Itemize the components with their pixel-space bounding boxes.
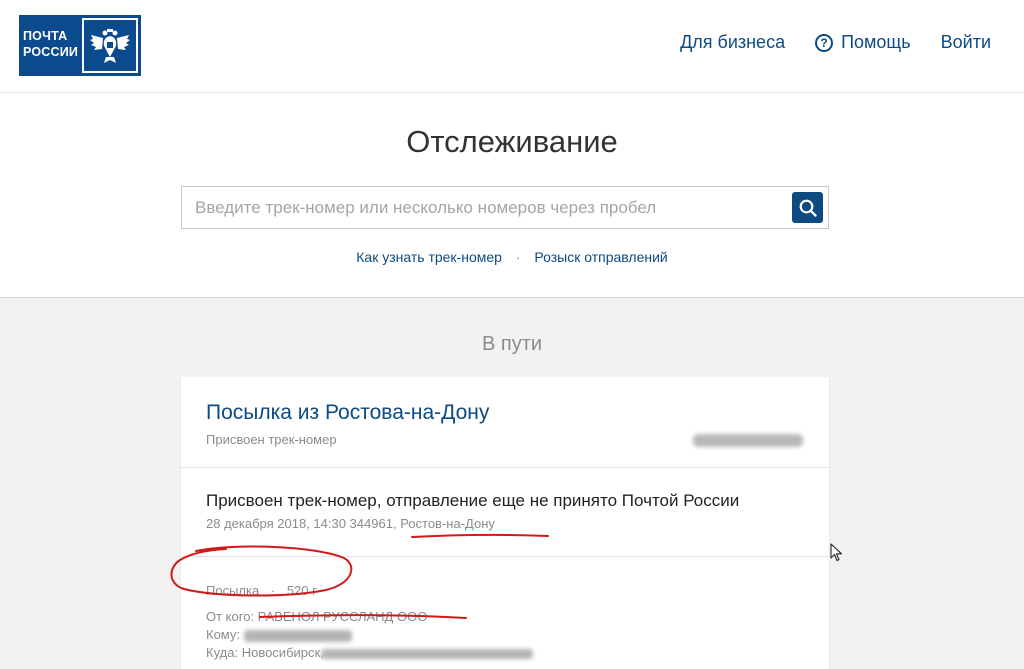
question-circle-icon: ?	[815, 33, 834, 52]
sender-value: РАВЕНОЛ РУССЛАНД ООО	[257, 609, 428, 624]
nav-business-link[interactable]: Для бизнеса	[680, 32, 785, 53]
track-search-box	[181, 186, 829, 229]
top-nav: Для бизнеса ? Помощь Войти	[680, 32, 991, 53]
shipment-type-weight: Посылка · 520 г	[206, 583, 317, 598]
page: ПОЧТА РОССИИ Для бизнеса ? Помощь Войти …	[0, 0, 1024, 669]
shipment-weight: 520 г	[286, 583, 317, 598]
pochta-logo[interactable]: ПОЧТА РОССИИ	[19, 15, 141, 76]
logo-line-1: ПОЧТА	[23, 29, 68, 43]
tracking-event: Присвоен трек-номер, отправление еще не …	[181, 468, 829, 557]
status-heading: В пути	[481, 333, 543, 355]
event-city: Ростов-на-Дону	[400, 516, 495, 531]
shipment-type: Посылка	[206, 583, 260, 598]
nav-help-link[interactable]: ? Помощь	[815, 32, 911, 53]
shipment-card: Посылка из Ростова-на-Дону Присвоен трек…	[181, 377, 829, 669]
sender-label: От кого:	[206, 609, 255, 624]
mouse-cursor-icon	[830, 543, 843, 562]
search-button[interactable]	[792, 192, 823, 223]
recipient-line: Кому:	[206, 627, 352, 642]
parcel-title[interactable]: Посылка из Ростова-на-Дону	[206, 401, 489, 425]
event-meta: 28 декабря 2018, 14:30 344961, Ростов-на…	[206, 516, 495, 531]
eagle-emblem-icon	[82, 18, 138, 73]
card-header: Посылка из Ростова-на-Дону Присвоен трек…	[181, 377, 829, 468]
results-section: В пути Посылка из Ростова-на-Дону Присво…	[0, 298, 1024, 669]
tracking-section: Отслеживание Как узнать трек-номер · Роз…	[0, 93, 1024, 298]
logo-text: ПОЧТА РОССИИ	[19, 15, 79, 76]
helper-links: Как узнать трек-номер · Розыск отправлен…	[0, 249, 1024, 265]
destination-label: Куда:	[206, 645, 239, 660]
event-title: Присвоен трек-номер, отправление еще не …	[206, 491, 740, 510]
redacted-destination	[321, 648, 534, 659]
event-datetime-index: 28 декабря 2018, 14:30 344961,	[206, 516, 397, 531]
nav-help-label: Помощь	[841, 32, 911, 52]
nav-login-link[interactable]: Войти	[941, 32, 991, 53]
redacted-track-number	[693, 434, 803, 447]
parcel-subtitle: Присвоен трек-номер	[206, 432, 337, 447]
track-number-input[interactable]	[182, 187, 782, 228]
sender-line: От кого: РАВЕНОЛ РУССЛАНД ООО	[206, 609, 427, 624]
logo-line-2: РОССИИ	[23, 45, 79, 59]
recipient-label: Кому:	[206, 627, 240, 642]
link-separator: ·	[515, 249, 521, 265]
type-weight-separator: ·	[270, 583, 276, 598]
how-to-find-track-link[interactable]: Как узнать трек-номер	[356, 249, 502, 265]
redacted-recipient	[243, 629, 352, 642]
site-header: ПОЧТА РОССИИ Для бизнеса ? Помощь Войти	[0, 0, 1024, 93]
destination-line: Куда: Новосибирск,	[206, 645, 534, 660]
search-lost-link[interactable]: Розыск отправлений	[534, 249, 667, 265]
logo-emblem	[79, 15, 141, 76]
destination-city: Новосибирск,	[241, 645, 324, 660]
search-icon	[799, 199, 817, 217]
page-title: Отслеживание	[406, 124, 618, 159]
